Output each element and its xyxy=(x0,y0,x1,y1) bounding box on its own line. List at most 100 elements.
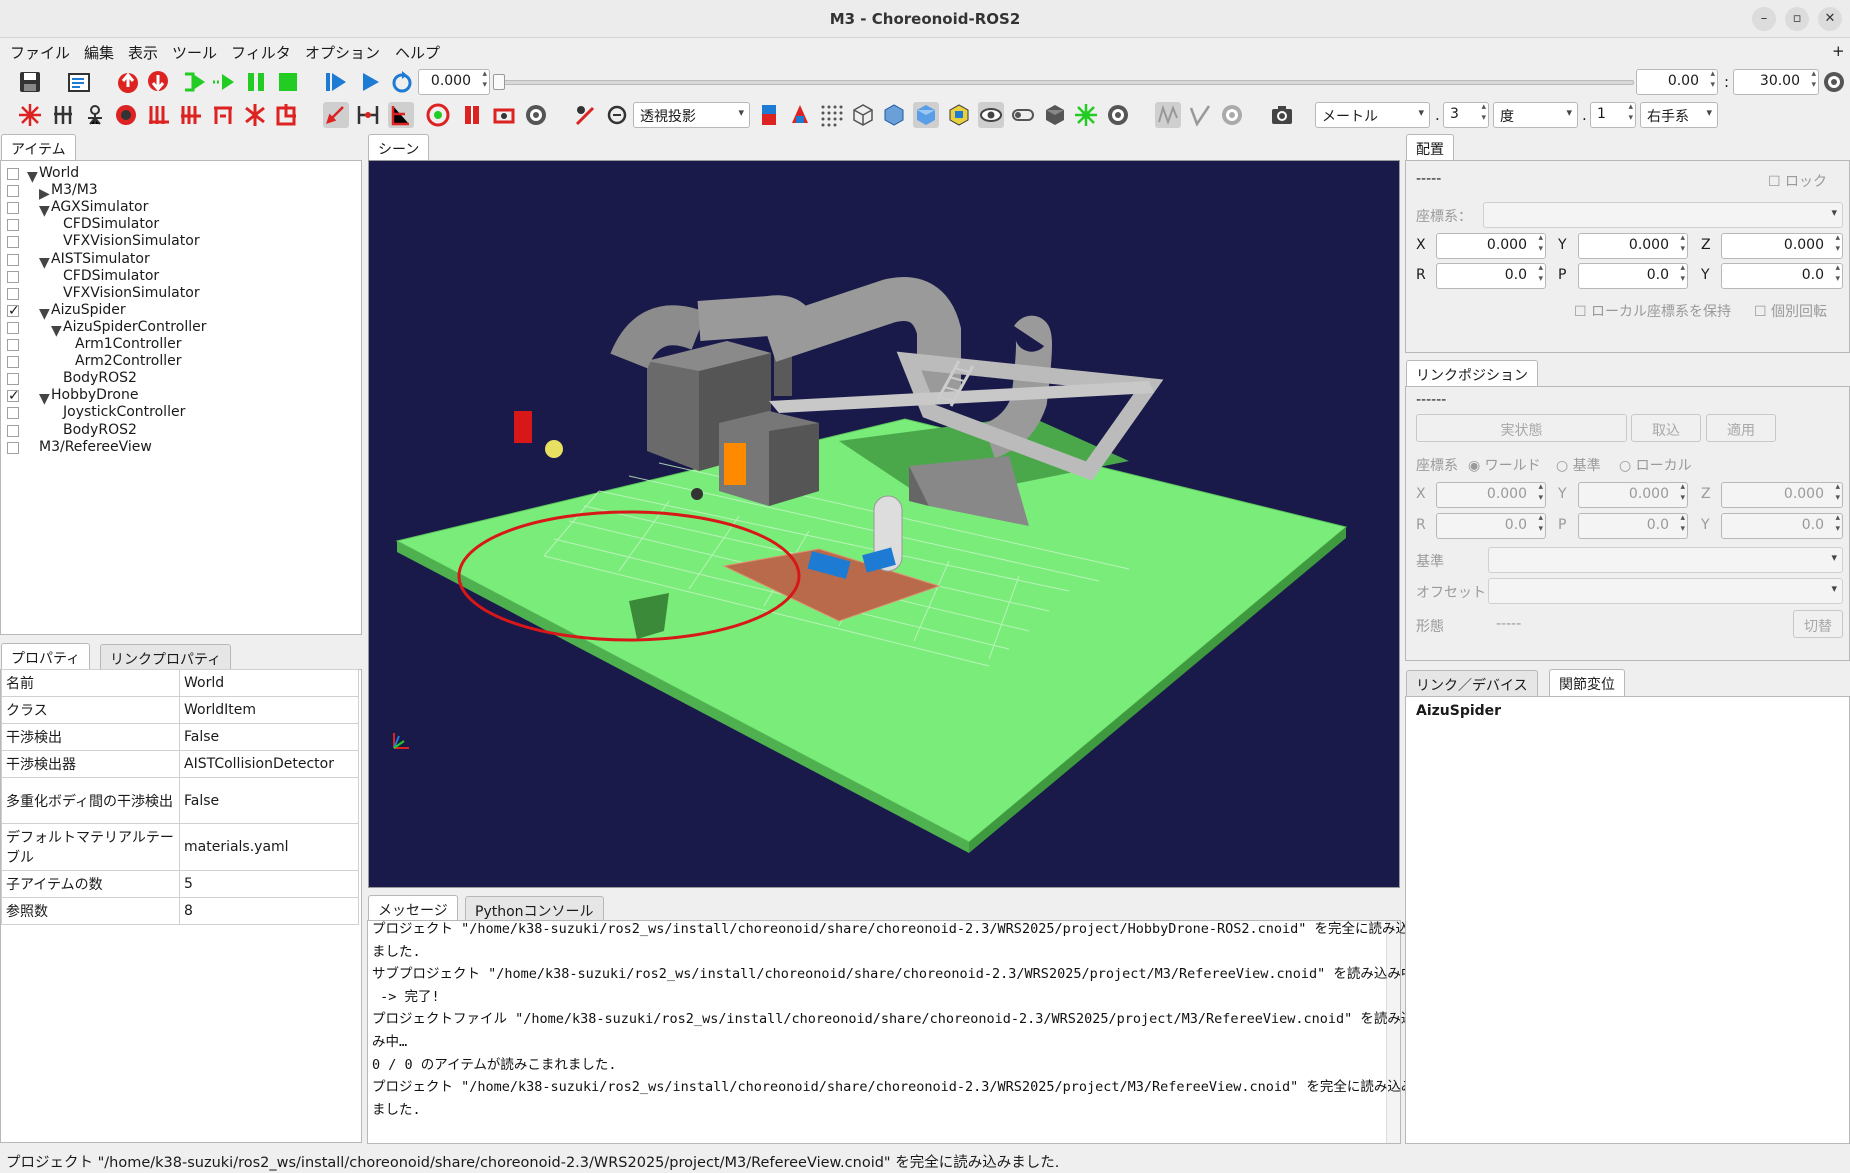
minimize-icon[interactable]: – xyxy=(1752,7,1776,31)
radio-base[interactable]: ○ 基準 xyxy=(1556,455,1601,475)
view-settings-icon[interactable] xyxy=(1105,102,1131,128)
tree-item[interactable]: VFXVisionSimulator xyxy=(63,285,200,301)
menu-options[interactable]: オプション xyxy=(305,42,380,63)
fetch-button[interactable]: 取込 xyxy=(1631,414,1701,442)
cube-icon[interactable] xyxy=(1042,102,1068,128)
property-value[interactable]: False xyxy=(179,723,359,751)
visibility-icon[interactable] xyxy=(978,102,1004,128)
property-row[interactable]: 多重化ボディ間の干渉検出 False xyxy=(1,777,359,824)
scene-view[interactable] xyxy=(368,160,1400,888)
highlight-icon[interactable] xyxy=(946,102,972,128)
robot-fit-icon[interactable] xyxy=(787,102,813,128)
expand-arrow-icon[interactable]: ▼ xyxy=(39,255,50,271)
restore-state-icon[interactable] xyxy=(145,69,171,95)
pos-z-input[interactable]: 0.000 xyxy=(1721,233,1843,259)
link-x-input[interactable]: 0.000 xyxy=(1436,482,1546,508)
zmp-icon[interactable] xyxy=(146,102,172,128)
length-digits-input[interactable]: 3 xyxy=(1443,102,1489,128)
radio-local[interactable]: ○ ローカル xyxy=(1619,455,1692,475)
menu-filter[interactable]: フィルタ xyxy=(231,42,291,63)
tab-link-position[interactable]: リンクポジション xyxy=(1406,360,1538,387)
property-value[interactable]: False xyxy=(179,777,359,824)
tab-properties[interactable]: プロパティ xyxy=(1,643,91,670)
property-row[interactable]: 干渉検出器 AISTCollisionDetector xyxy=(1,750,359,778)
rot-r-input[interactable]: 0.0 xyxy=(1436,263,1546,289)
stop-simulation-icon[interactable] xyxy=(275,69,301,95)
item-checkbox[interactable] xyxy=(7,253,19,266)
property-row[interactable]: クラス WorldItem xyxy=(1,696,359,724)
collapse-arrow-icon[interactable]: ▶ xyxy=(39,186,50,202)
robot-view-icon[interactable] xyxy=(756,102,782,128)
coord-select[interactable] xyxy=(1483,202,1843,228)
link-z-input[interactable]: 0.000 xyxy=(1721,482,1843,508)
pause-simulation-icon[interactable] xyxy=(243,69,269,95)
start-simulation-icon[interactable] xyxy=(181,69,207,95)
menu-tools[interactable]: ツール xyxy=(172,42,217,63)
property-value[interactable]: 5 xyxy=(179,870,359,898)
property-value[interactable]: AISTCollisionDetector xyxy=(179,750,359,778)
tree-item[interactable]: CFDSimulator xyxy=(63,216,159,232)
solid-icon[interactable] xyxy=(881,102,907,128)
item-checkbox[interactable] xyxy=(7,219,19,232)
item-checkbox[interactable] xyxy=(7,168,19,180)
radio-world[interactable]: ◉ ワールド xyxy=(1468,455,1541,475)
item-checkbox[interactable] xyxy=(7,321,19,334)
menu-help[interactable]: ヘルプ xyxy=(395,42,440,63)
individual-rotation-checkbox[interactable]: ☐ 個別回転 xyxy=(1754,301,1827,321)
tree-item[interactable]: Arm2Controller xyxy=(75,353,182,369)
property-row[interactable]: 子アイテムの数 5 xyxy=(1,870,359,898)
time-end-input[interactable]: 30.00 xyxy=(1733,69,1819,95)
wireframe-icon[interactable] xyxy=(850,102,876,128)
item-checkbox[interactable] xyxy=(7,236,19,249)
menu-view[interactable]: 表示 xyxy=(128,42,158,63)
ragdoll-icon[interactable] xyxy=(113,102,139,128)
maximize-icon[interactable]: ▫ xyxy=(1785,7,1809,31)
ik-icon[interactable] xyxy=(82,102,108,128)
collision-icon[interactable] xyxy=(459,102,485,128)
tree-item[interactable]: M3/RefereeView xyxy=(39,439,152,455)
property-row[interactable]: デフォルトマテリアルテーブル materials.yaml xyxy=(1,823,359,871)
actual-state-button[interactable]: 実状態 xyxy=(1416,414,1627,442)
tab-scene[interactable]: シーン xyxy=(368,134,430,161)
pos-y-input[interactable]: 0.000 xyxy=(1578,233,1688,259)
play-icon[interactable] xyxy=(357,69,383,95)
joint-icon[interactable] xyxy=(50,102,76,128)
tree-item[interactable]: AizuSpider xyxy=(51,302,126,318)
lock-checkbox[interactable]: ☐ ロック xyxy=(1768,171,1827,191)
time-start-input[interactable]: 0.00 xyxy=(1636,69,1718,95)
item-checkbox[interactable]: ✓ xyxy=(7,389,20,403)
light-icon[interactable] xyxy=(1073,102,1099,128)
tree-item[interactable]: BodyROS2 xyxy=(63,422,137,438)
tree-item[interactable]: M3/M3 xyxy=(51,182,98,198)
length-unit-select[interactable]: メートル xyxy=(1315,102,1430,128)
save-icon[interactable] xyxy=(17,69,43,95)
tab-link-device[interactable]: リンク／デバイス xyxy=(1406,670,1538,696)
refresh-icon[interactable] xyxy=(389,69,415,95)
waist-icon[interactable] xyxy=(210,102,236,128)
item-checkbox[interactable] xyxy=(7,356,19,369)
close-icon[interactable]: ✕ xyxy=(1818,7,1842,31)
settings-icon[interactable] xyxy=(1821,69,1847,95)
link-y-input[interactable]: 0.000 xyxy=(1578,482,1688,508)
tree-item[interactable]: World xyxy=(39,165,79,181)
play-from-start-icon[interactable] xyxy=(323,69,349,95)
projection-select[interactable]: 透視投影 xyxy=(633,102,750,128)
store-state-icon[interactable] xyxy=(115,69,141,95)
tab-items[interactable]: アイテム xyxy=(1,134,76,161)
link-p-input[interactable]: 0.0 xyxy=(1578,513,1688,539)
expand-arrow-icon[interactable]: ▼ xyxy=(27,169,38,185)
item-checkbox[interactable] xyxy=(7,424,19,437)
graph-settings-icon[interactable] xyxy=(1219,102,1245,128)
item-checkbox[interactable] xyxy=(7,202,19,215)
item-checkbox[interactable] xyxy=(7,270,19,283)
link-tree-icon[interactable] xyxy=(388,102,414,128)
keep-local-checkbox[interactable]: ☐ ローカル座標系を保持 xyxy=(1574,301,1731,321)
rotate-view-icon[interactable] xyxy=(604,102,630,128)
switch-button[interactable]: 切替 xyxy=(1793,610,1843,638)
view-point-icon[interactable] xyxy=(573,102,599,128)
balance-icon[interactable] xyxy=(242,102,268,128)
time-slider[interactable] xyxy=(494,80,1634,85)
target-icon[interactable] xyxy=(425,102,451,128)
menu-edit[interactable]: 編集 xyxy=(84,42,114,63)
expand-arrow-icon[interactable]: ▼ xyxy=(39,391,50,407)
